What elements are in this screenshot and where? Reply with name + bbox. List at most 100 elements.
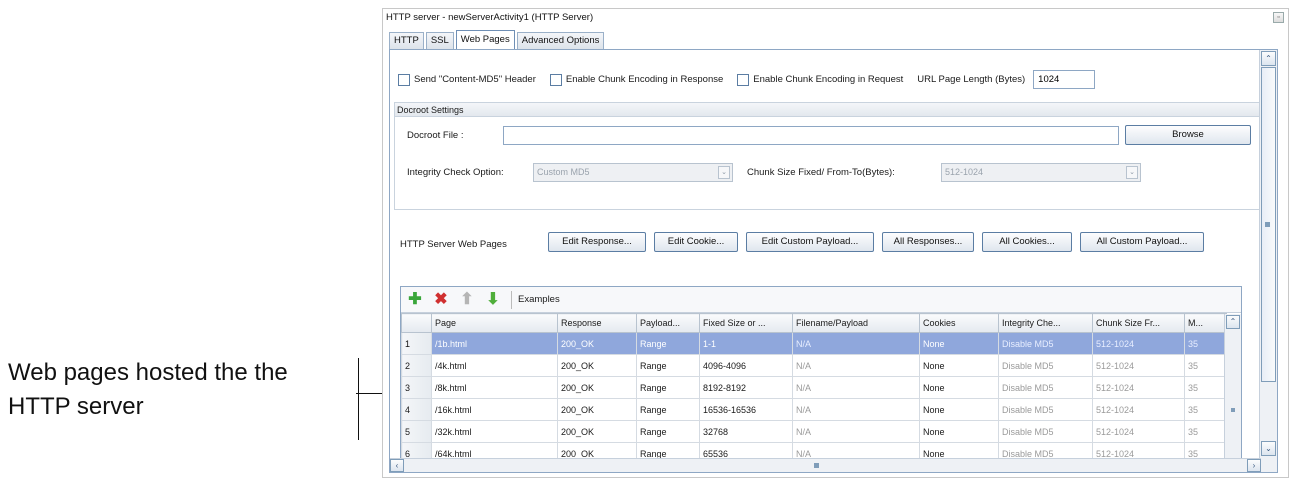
cell-cookies[interactable]: None bbox=[919, 420, 999, 443]
cell-payload[interactable]: Range bbox=[636, 376, 700, 399]
cell-chunk-size[interactable]: 512-1024 bbox=[1092, 354, 1185, 377]
cell-response[interactable]: 200_OK bbox=[557, 354, 637, 377]
cell-fixed-size[interactable]: 4096-4096 bbox=[699, 354, 793, 377]
panel-vertical-scrollbar[interactable]: ⌃ ⌄ bbox=[1259, 50, 1277, 472]
cell-chunk-size[interactable]: 512-1024 bbox=[1092, 332, 1185, 355]
move-up-icon[interactable]: ⬆ bbox=[457, 290, 477, 310]
cell-cookies[interactable]: None bbox=[919, 354, 999, 377]
docroot-file-input[interactable] bbox=[503, 126, 1119, 145]
cell-integrity[interactable]: Disable MD5 bbox=[998, 354, 1093, 377]
cell-filename[interactable]: N/A bbox=[792, 354, 920, 377]
scroll-grip[interactable] bbox=[1265, 222, 1270, 227]
cell-response[interactable]: 200_OK bbox=[557, 332, 637, 355]
column-header-page[interactable]: Page bbox=[431, 313, 558, 333]
cell-payload[interactable]: Range bbox=[636, 420, 700, 443]
add-icon[interactable]: ✚ bbox=[405, 290, 425, 310]
move-down-icon[interactable]: ⬇ bbox=[483, 290, 503, 310]
tab-web-pages[interactable]: Web Pages bbox=[455, 30, 515, 49]
cell-m[interactable]: 35 bbox=[1184, 398, 1227, 421]
chevron-up-icon[interactable]: ⌃ bbox=[1261, 51, 1276, 66]
all-cookies-button[interactable]: All Cookies... bbox=[982, 232, 1072, 252]
column-header-index[interactable] bbox=[401, 313, 432, 333]
cell-m[interactable]: 35 bbox=[1184, 420, 1227, 443]
chevron-down-icon[interactable]: ⌄ bbox=[1261, 441, 1276, 456]
cell-payload[interactable]: Range bbox=[636, 332, 700, 355]
chevron-right-icon[interactable]: › bbox=[1247, 459, 1261, 472]
chunk-response-option[interactable]: Enable Chunk Encoding in Response bbox=[549, 73, 723, 86]
cell-response[interactable]: 200_OK bbox=[557, 420, 637, 443]
integrity-select[interactable]: Custom MD5 ⌄ bbox=[533, 163, 733, 182]
cell-response[interactable]: 200_OK bbox=[557, 376, 637, 399]
cell-integrity[interactable]: Disable MD5 bbox=[998, 376, 1093, 399]
column-header-fixed-size[interactable]: Fixed Size or ... bbox=[699, 313, 793, 333]
cell-m[interactable]: 35 bbox=[1184, 376, 1227, 399]
maximize-button[interactable]: ▫ bbox=[1273, 12, 1284, 23]
browse-button[interactable]: Browse bbox=[1125, 125, 1251, 145]
cell-m[interactable]: 35 bbox=[1184, 332, 1227, 355]
cell-chunk-size[interactable]: 512-1024 bbox=[1092, 376, 1185, 399]
cell-page[interactable]: /32k.html bbox=[431, 420, 558, 443]
tab-ssl[interactable]: SSL bbox=[425, 32, 454, 49]
column-header-chunk-size[interactable]: Chunk Size Fr... bbox=[1092, 313, 1185, 333]
column-header-cookies[interactable]: Cookies bbox=[919, 313, 999, 333]
table-row[interactable]: 1 /1b.html 200_OK Range 1-1 N/A None Dis… bbox=[401, 332, 1227, 355]
column-header-integrity[interactable]: Integrity Che... bbox=[998, 313, 1093, 333]
delete-icon[interactable]: ✖ bbox=[431, 290, 451, 310]
edit-cookie-button[interactable]: Edit Cookie... bbox=[654, 232, 738, 252]
cell-page[interactable]: /16k.html bbox=[431, 398, 558, 421]
cell-page[interactable]: /8k.html bbox=[431, 376, 558, 399]
scroll-grip[interactable] bbox=[1231, 408, 1235, 412]
column-header-m[interactable]: M... bbox=[1184, 313, 1227, 333]
tab-http[interactable]: HTTP bbox=[389, 32, 424, 49]
cell-page[interactable]: /1b.html bbox=[431, 332, 558, 355]
chunk-request-checkbox[interactable] bbox=[737, 73, 750, 86]
cell-filename[interactable]: N/A bbox=[792, 398, 920, 421]
all-custom-payload-button[interactable]: All Custom Payload... bbox=[1080, 232, 1204, 252]
cell-integrity[interactable]: Disable MD5 bbox=[998, 332, 1093, 355]
edit-response-button[interactable]: Edit Response... bbox=[548, 232, 646, 252]
cell-cookies[interactable]: None bbox=[919, 398, 999, 421]
cell-chunk-size[interactable]: 512-1024 bbox=[1092, 420, 1185, 443]
cell-fixed-size[interactable]: 32768 bbox=[699, 420, 793, 443]
cell-cookies[interactable]: None bbox=[919, 332, 999, 355]
cell-filename[interactable]: N/A bbox=[792, 376, 920, 399]
column-header-filename[interactable]: Filename/Payload bbox=[792, 313, 920, 333]
chevron-up-icon[interactable]: ⌃ bbox=[1226, 315, 1240, 329]
table-row[interactable]: 5 /32k.html 200_OK Range 32768 N/A None … bbox=[401, 420, 1227, 443]
cell-fixed-size[interactable]: 8192-8192 bbox=[699, 376, 793, 399]
tab-advanced-options[interactable]: Advanced Options bbox=[516, 32, 605, 49]
panel-horizontal-scrollbar[interactable]: ‹ › bbox=[390, 458, 1261, 472]
chevron-down-icon[interactable]: ⌄ bbox=[718, 166, 730, 179]
scroll-grip[interactable] bbox=[814, 463, 819, 468]
chunk-response-checkbox[interactable] bbox=[549, 73, 562, 86]
cell-fixed-size[interactable]: 16536-16536 bbox=[699, 398, 793, 421]
cell-cookies[interactable]: None bbox=[919, 376, 999, 399]
send-md5-option[interactable]: Send "Content-MD5" Header bbox=[398, 73, 536, 86]
chevron-left-icon[interactable]: ‹ bbox=[390, 459, 404, 472]
cell-fixed-size[interactable]: 1-1 bbox=[699, 332, 793, 355]
chunk-size-select[interactable]: 512-1024 ⌄ bbox=[941, 163, 1141, 182]
table-row[interactable]: 2 /4k.html 200_OK Range 4096-4096 N/A No… bbox=[401, 354, 1227, 377]
cell-integrity[interactable]: Disable MD5 bbox=[998, 420, 1093, 443]
chevron-down-icon[interactable]: ⌄ bbox=[1126, 166, 1138, 179]
column-header-response[interactable]: Response bbox=[557, 313, 637, 333]
send-md5-checkbox[interactable] bbox=[398, 73, 410, 86]
cell-filename[interactable]: N/A bbox=[792, 332, 920, 355]
cell-page[interactable]: /4k.html bbox=[431, 354, 558, 377]
cell-chunk-size[interactable]: 512-1024 bbox=[1092, 398, 1185, 421]
column-header-payload[interactable]: Payload... bbox=[636, 313, 700, 333]
cell-payload[interactable]: Range bbox=[636, 398, 700, 421]
all-responses-button[interactable]: All Responses... bbox=[882, 232, 974, 252]
cell-filename[interactable]: N/A bbox=[792, 420, 920, 443]
table-scrollbar[interactable]: ⌃ bbox=[1224, 314, 1241, 471]
cell-integrity[interactable]: Disable MD5 bbox=[998, 398, 1093, 421]
table-row[interactable]: 4 /16k.html 200_OK Range 16536-16536 N/A… bbox=[401, 398, 1227, 421]
cell-payload[interactable]: Range bbox=[636, 354, 700, 377]
url-length-input[interactable] bbox=[1033, 70, 1096, 89]
cell-m[interactable]: 35 bbox=[1184, 354, 1227, 377]
chunk-request-option[interactable]: Enable Chunk Encoding in Request bbox=[737, 73, 903, 86]
table-row[interactable]: 3 /8k.html 200_OK Range 8192-8192 N/A No… bbox=[401, 376, 1227, 399]
edit-custom-payload-button[interactable]: Edit Custom Payload... bbox=[746, 232, 874, 252]
cell-response[interactable]: 200_OK bbox=[557, 398, 637, 421]
examples-button[interactable]: Examples bbox=[518, 294, 560, 305]
